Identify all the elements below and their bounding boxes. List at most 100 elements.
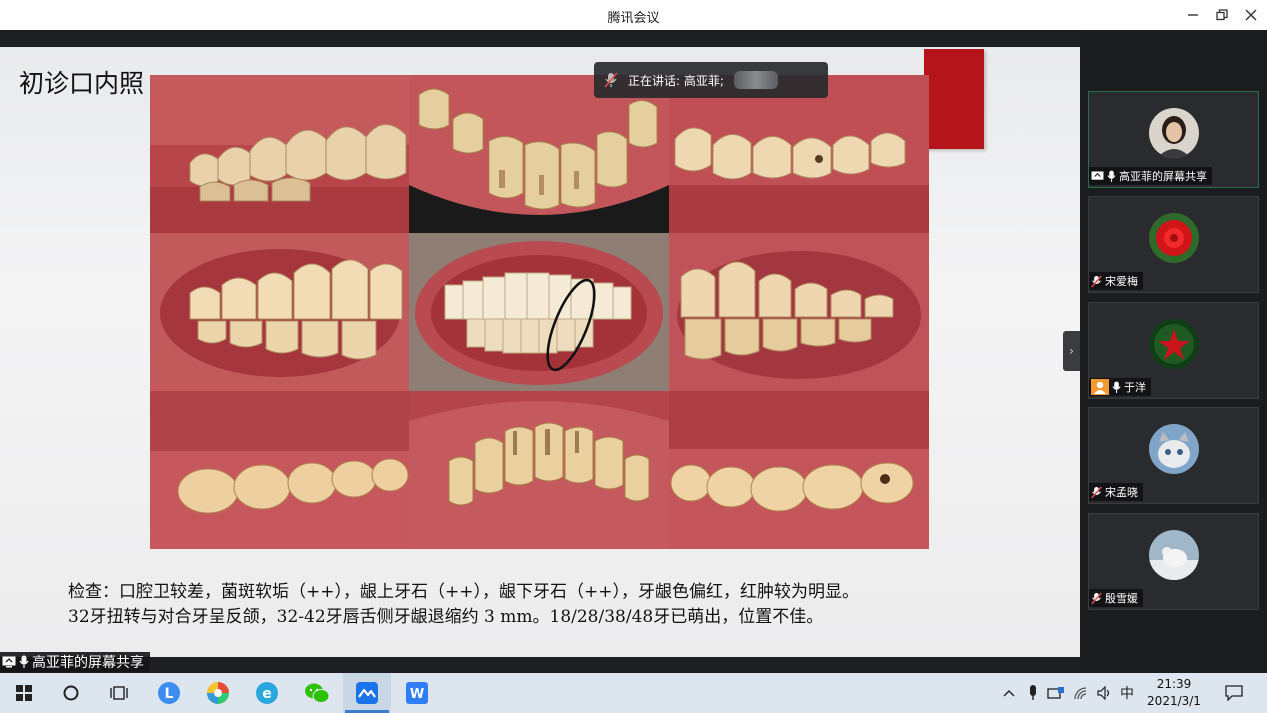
screen-share-label: 高亚菲的屏幕共享: [0, 652, 150, 672]
mic-muted-icon: [1091, 275, 1102, 287]
slide-body-text: 检查：口腔卫较差，菌斑软垢（++），龈上牙石（++），龈下牙石（++），牙龈色偏…: [68, 580, 859, 630]
slide-decoration: [924, 49, 984, 149]
intraoral-photo: [150, 391, 409, 549]
wechat-icon: [305, 683, 330, 703]
speaking-label: 正在讲话: 高亚菲;: [628, 73, 724, 88]
intraoral-photo: [150, 233, 409, 391]
slide-text-line: 检查：口腔卫较差，菌斑软垢（++），龈上牙石（++），龈下牙石（++），牙龈色偏…: [68, 582, 859, 602]
participant-name-tag: 于洋: [1089, 378, 1151, 396]
intraoral-photo: [409, 75, 669, 233]
avatar: [1149, 530, 1199, 580]
taskbar-app-lark[interactable]: L: [145, 673, 193, 713]
taskbar-app-ie[interactable]: e: [243, 673, 291, 713]
participant-tile[interactable]: 殷雪媛: [1088, 513, 1259, 610]
tencent-meeting-icon: [356, 682, 378, 704]
avatar: [1149, 108, 1199, 158]
task-view-icon: [110, 686, 128, 700]
intraoral-photo: [150, 75, 409, 233]
chevron-up-icon: [1003, 690, 1015, 697]
restore-button[interactable]: [1207, 0, 1237, 30]
close-icon: [1245, 9, 1257, 21]
avatar: [1149, 319, 1199, 369]
intraoral-photo: [669, 391, 929, 549]
app-l-icon: L: [158, 682, 180, 704]
colorful-browser-icon: [207, 682, 229, 704]
mic-icon: [1107, 170, 1116, 182]
intraoral-photo: [669, 75, 929, 233]
intraoral-photo: [409, 233, 669, 391]
close-button[interactable]: [1236, 0, 1266, 30]
svg-text:e: e: [262, 686, 272, 702]
wps-writer-icon: W: [406, 682, 428, 704]
avatar: [1149, 424, 1199, 474]
search-button[interactable]: [47, 673, 95, 713]
blurred-name: [733, 71, 778, 89]
mic-icon: [1112, 381, 1121, 393]
intraoral-photo-grid: [150, 75, 929, 549]
screen-share-owner: 高亚菲的屏幕共享: [32, 655, 144, 671]
task-view-button[interactable]: [95, 673, 143, 713]
presentation-slide: 初诊口内照 检查：口腔卫较差，菌斑软垢（++），龈上牙石（++），龈下牙石（++…: [0, 47, 1080, 657]
tray-volume[interactable]: [1094, 673, 1116, 713]
screen-share-icon: [2, 656, 16, 668]
tray-microphone[interactable]: [1022, 673, 1044, 713]
minimize-button[interactable]: [1178, 0, 1208, 30]
screen-share-icon: [1091, 170, 1104, 180]
participant-name: 高亚菲的屏幕共享: [1119, 170, 1207, 183]
microphone-icon: [1030, 685, 1036, 700]
slide-title: 初诊口内照: [19, 69, 145, 98]
user-icon: [1091, 379, 1109, 395]
speaking-indicator: 正在讲话: 高亚菲;: [594, 62, 828, 98]
collapse-panel-button[interactable]: ›: [1063, 331, 1080, 371]
mic-muted-icon: [594, 62, 628, 98]
mic-muted-icon: [1091, 486, 1102, 498]
window-title: 腾讯会议: [607, 11, 660, 26]
action-center-button[interactable]: [1220, 673, 1248, 713]
svg-text:W: W: [410, 687, 424, 702]
taskbar-clock[interactable]: 21:39 2021/3/1: [1140, 676, 1208, 710]
windows-logo-icon: [16, 685, 32, 701]
mic-icon: [19, 655, 29, 668]
avatar: [1149, 213, 1199, 263]
svg-text:L: L: [165, 686, 174, 702]
mic-muted-icon: [1091, 592, 1102, 604]
minimize-icon: [1188, 14, 1198, 16]
participants-panel: 高亚菲的屏幕共享 宋爱梅 于洋 宋孟晓 殷雪媛: [1080, 30, 1267, 673]
edge-e-icon: e: [256, 682, 278, 704]
participant-name-tag: 宋爱梅: [1089, 272, 1143, 290]
participant-name-tag: 宋孟晓: [1089, 483, 1143, 501]
tray-app-icon[interactable]: [1045, 673, 1067, 713]
participant-name: 于洋: [1124, 381, 1146, 394]
taskbar-app-tencent-meeting[interactable]: [343, 673, 391, 713]
notification-icon: [1225, 685, 1243, 701]
windows-taskbar: L e W 中 21:39 2021/3/1: [0, 673, 1267, 713]
search-circle-icon: [63, 685, 79, 701]
taskbar-app-browser[interactable]: [194, 673, 242, 713]
title-bar: 腾讯会议: [0, 0, 1267, 30]
speaker-icon: [1097, 686, 1110, 700]
participant-name-tag: 高亚菲的屏幕共享: [1089, 167, 1212, 185]
taskbar-app-wps[interactable]: W: [393, 673, 441, 713]
taskbar-app-wechat[interactable]: [293, 673, 341, 713]
intraoral-photo: [669, 233, 929, 391]
participant-tile[interactable]: 于洋: [1088, 302, 1259, 399]
participant-name: 宋孟晓: [1105, 486, 1138, 499]
chevron-right-icon: ›: [1069, 344, 1074, 358]
clock-time: 21:39: [1156, 677, 1192, 691]
participant-tile[interactable]: 宋孟晓: [1088, 407, 1259, 504]
show-hidden-icons-button[interactable]: [999, 673, 1019, 713]
tray-ime[interactable]: 中: [1116, 673, 1138, 713]
start-button[interactable]: [0, 673, 48, 713]
clock-date: 2021/3/1: [1147, 694, 1201, 708]
slide-text-line: 32牙扭转与对合牙呈反颌，32-42牙唇舌侧牙龈退缩约 3 mm。18/28/3…: [68, 607, 824, 627]
participant-name: 宋爱梅: [1105, 275, 1138, 288]
tray-network[interactable]: [1070, 673, 1092, 713]
restore-icon: [1216, 9, 1228, 21]
participant-tile[interactable]: 宋爱梅: [1088, 196, 1259, 293]
participant-name: 殷雪媛: [1105, 592, 1138, 605]
wifi-icon: [1074, 687, 1087, 700]
ime-indicator: 中: [1120, 686, 1134, 702]
intraoral-photo: [409, 391, 669, 549]
shared-screen-stage[interactable]: 初诊口内照 检查：口腔卫较差，菌斑软垢（++），龈上牙石（++），龈下牙石（++…: [0, 30, 1080, 673]
participant-tile[interactable]: 高亚菲的屏幕共享: [1088, 91, 1259, 188]
